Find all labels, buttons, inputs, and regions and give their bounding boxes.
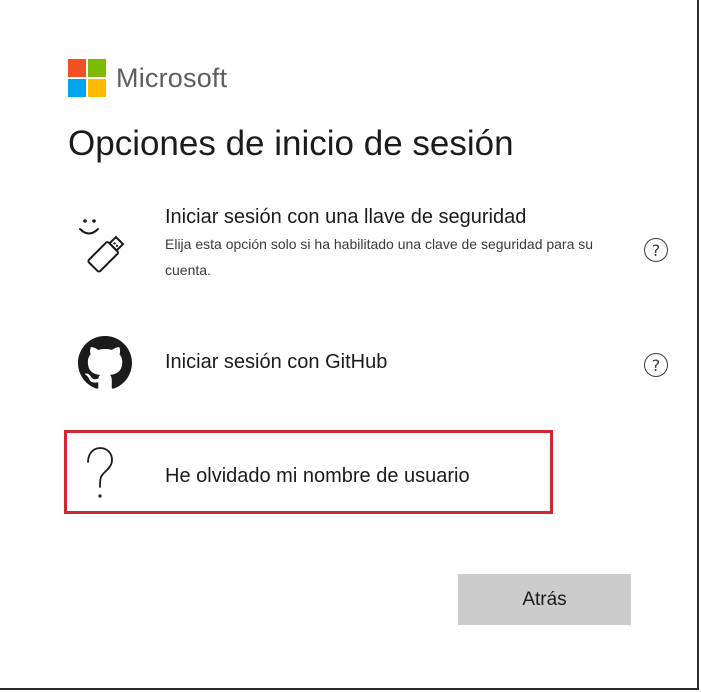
security-key-icon <box>78 214 132 278</box>
option-forgot-username[interactable]: He olvidado mi nombre de usuario <box>68 440 668 504</box>
dialog-frame: Microsoft Opciones de inicio de sesión I… <box>0 0 699 690</box>
option-security-key-text: Iniciar sesión con una llave de segurida… <box>165 206 605 283</box>
brand-name: Microsoft <box>116 62 228 93</box>
page-title: Opciones de inicio de sesión <box>68 124 514 163</box>
logo-square-red <box>68 59 86 77</box>
microsoft-logo: Microsoft <box>68 59 227 97</box>
help-icon[interactable]: ? <box>644 238 668 262</box>
logo-square-yellow <box>88 79 106 97</box>
help-icon[interactable]: ? <box>644 353 668 377</box>
option-label: Iniciar sesión con GitHub <box>165 351 388 373</box>
microsoft-logo-icon <box>68 59 106 97</box>
option-security-key[interactable]: Iniciar sesión con una llave de segurida… <box>68 206 668 296</box>
option-description: Elija esta opción solo si ha habilitado … <box>165 236 594 278</box>
logo-square-blue <box>68 79 86 97</box>
question-mark-icon <box>78 446 122 504</box>
option-forgot-username-text: He olvidado mi nombre de usuario <box>165 465 470 488</box>
github-icon <box>78 336 132 390</box>
option-github-text: Iniciar sesión con GitHub <box>165 351 387 374</box>
back-button[interactable]: Atrás <box>458 574 631 625</box>
option-github[interactable]: Iniciar sesión con GitHub ? <box>68 334 668 394</box>
option-label: Iniciar sesión con una llave de segurida… <box>165 206 527 228</box>
option-label: He olvidado mi nombre de usuario <box>165 465 470 487</box>
logo-square-green <box>88 59 106 77</box>
